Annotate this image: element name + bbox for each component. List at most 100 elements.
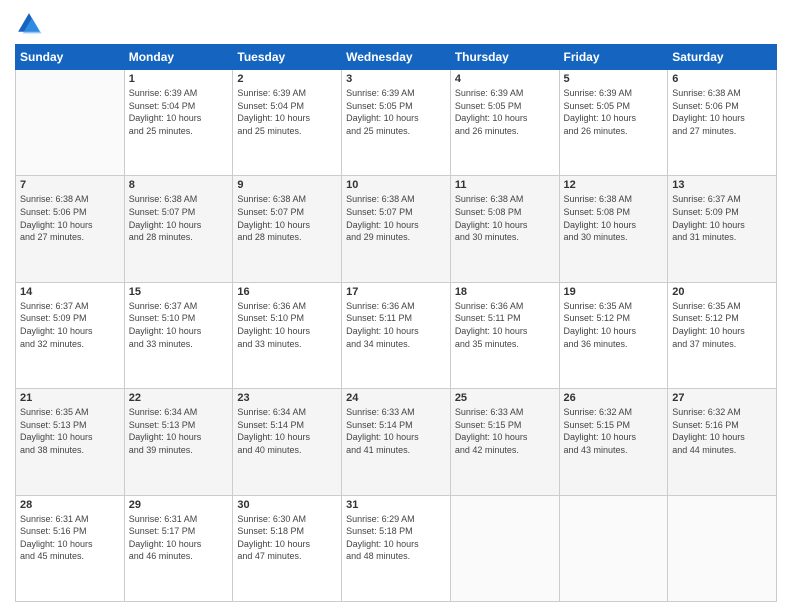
logo xyxy=(15,10,47,38)
calendar-header-monday: Monday xyxy=(124,45,233,70)
calendar-cell: 16 Sunrise: 6:36 AM Sunset: 5:10 PM Dayli… xyxy=(233,282,342,388)
cell-info-text: Sunrise: 6:39 AM Sunset: 5:05 PM Dayligh… xyxy=(346,87,446,137)
cell-info-text: Sunrise: 6:32 AM Sunset: 5:15 PM Dayligh… xyxy=(564,406,664,456)
calendar-cell: 10Sunrise: 6:38 AM Sunset: 5:07 PM Dayli… xyxy=(342,176,451,282)
calendar-cell xyxy=(668,495,777,601)
calendar-cell: 5 Sunrise: 6:39 AM Sunset: 5:05 PM Daylig… xyxy=(559,70,668,176)
cell-day-number: 15 xyxy=(129,286,229,298)
cell-day-number: 25 xyxy=(455,392,555,404)
cell-info-text: Sunrise: 6:35 AM Sunset: 5:12 PM Dayligh… xyxy=(564,300,664,350)
calendar-cell: 4 Sunrise: 6:39 AM Sunset: 5:05 PM Daylig… xyxy=(450,70,559,176)
cell-day-number: 28 xyxy=(20,499,120,511)
cell-info-text: Sunrise: 6:39 AM Sunset: 5:05 PM Dayligh… xyxy=(564,87,664,137)
cell-info-text: Sunrise: 6:33 AM Sunset: 5:15 PM Dayligh… xyxy=(455,406,555,456)
cell-day-number: 23 xyxy=(237,392,337,404)
cell-info-text: Sunrise: 6:39 AM Sunset: 5:05 PM Dayligh… xyxy=(455,87,555,137)
cell-day-number: 19 xyxy=(564,286,664,298)
page: SundayMondayTuesdayWednesdayThursdayFrid… xyxy=(0,0,792,612)
cell-info-text: Sunrise: 6:38 AM Sunset: 5:08 PM Dayligh… xyxy=(564,193,664,243)
calendar-header-thursday: Thursday xyxy=(450,45,559,70)
calendar-cell: 13 Sunrise: 6:37 AM Sunset: 5:09 PM Dayli… xyxy=(668,176,777,282)
cell-day-number: 1 xyxy=(129,73,229,85)
calendar-cell: 19 Sunrise: 6:35 AM Sunset: 5:12 PM Dayli… xyxy=(559,282,668,388)
cell-info-text: Sunrise: 6:32 AM Sunset: 5:16 PM Dayligh… xyxy=(672,406,772,456)
calendar-cell xyxy=(450,495,559,601)
calendar-cell: 15 Sunrise: 6:37 AM Sunset: 5:10 PM Dayli… xyxy=(124,282,233,388)
cell-info-text: Sunrise: 6:35 AM Sunset: 5:13 PM Dayligh… xyxy=(20,406,120,456)
calendar-cell: 8Sunrise: 6:38 AM Sunset: 5:07 PM Daylig… xyxy=(124,176,233,282)
calendar-cell: 20Sunrise: 6:35 AM Sunset: 5:12 PM Dayli… xyxy=(668,282,777,388)
calendar-header-row: SundayMondayTuesdayWednesdayThursdayFrid… xyxy=(16,45,777,70)
cell-info-text: Sunrise: 6:38 AM Sunset: 5:07 PM Dayligh… xyxy=(129,193,229,243)
calendar-week-4: 21 Sunrise: 6:35 AM Sunset: 5:13 PM Dayli… xyxy=(16,389,777,495)
cell-day-number: 5 xyxy=(564,73,664,85)
cell-day-number: 29 xyxy=(129,499,229,511)
cell-day-number: 3 xyxy=(346,73,446,85)
calendar-cell: 29 Sunrise: 6:31 AM Sunset: 5:17 PM Dayli… xyxy=(124,495,233,601)
calendar-cell: 31 Sunrise: 6:29 AM Sunset: 5:18 PM Dayli… xyxy=(342,495,451,601)
cell-info-text: Sunrise: 6:36 AM Sunset: 5:10 PM Dayligh… xyxy=(237,300,337,350)
cell-info-text: Sunrise: 6:38 AM Sunset: 5:06 PM Dayligh… xyxy=(672,87,772,137)
cell-day-number: 4 xyxy=(455,73,555,85)
calendar-cell: 17 Sunrise: 6:36 AM Sunset: 5:11 PM Dayli… xyxy=(342,282,451,388)
cell-info-text: Sunrise: 6:35 AM Sunset: 5:12 PM Dayligh… xyxy=(672,300,772,350)
cell-day-number: 22 xyxy=(129,392,229,404)
calendar-cell: 25 Sunrise: 6:33 AM Sunset: 5:15 PM Dayli… xyxy=(450,389,559,495)
calendar-cell: 28 Sunrise: 6:31 AM Sunset: 5:16 PM Dayli… xyxy=(16,495,125,601)
cell-info-text: Sunrise: 6:38 AM Sunset: 5:06 PM Dayligh… xyxy=(20,193,120,243)
calendar-cell: 18 Sunrise: 6:36 AM Sunset: 5:11 PM Dayli… xyxy=(450,282,559,388)
cell-info-text: Sunrise: 6:33 AM Sunset: 5:14 PM Dayligh… xyxy=(346,406,446,456)
header xyxy=(15,10,777,38)
calendar-header-sunday: Sunday xyxy=(16,45,125,70)
calendar-cell: 6 Sunrise: 6:38 AM Sunset: 5:06 PM Daylig… xyxy=(668,70,777,176)
cell-day-number: 24 xyxy=(346,392,446,404)
calendar-cell xyxy=(16,70,125,176)
cell-day-number: 12 xyxy=(564,179,664,191)
calendar-cell: 1 Sunrise: 6:39 AM Sunset: 5:04 PM Daylig… xyxy=(124,70,233,176)
cell-info-text: Sunrise: 6:38 AM Sunset: 5:07 PM Dayligh… xyxy=(237,193,337,243)
cell-day-number: 21 xyxy=(20,392,120,404)
calendar-cell: 9 Sunrise: 6:38 AM Sunset: 5:07 PM Daylig… xyxy=(233,176,342,282)
calendar-cell: 24 Sunrise: 6:33 AM Sunset: 5:14 PM Dayli… xyxy=(342,389,451,495)
cell-info-text: Sunrise: 6:37 AM Sunset: 5:09 PM Dayligh… xyxy=(672,193,772,243)
cell-day-number: 2 xyxy=(237,73,337,85)
calendar-cell: 7 Sunrise: 6:38 AM Sunset: 5:06 PM Daylig… xyxy=(16,176,125,282)
cell-day-number: 18 xyxy=(455,286,555,298)
calendar-cell: 11Sunrise: 6:38 AM Sunset: 5:08 PM Dayli… xyxy=(450,176,559,282)
calendar-cell: 12 Sunrise: 6:38 AM Sunset: 5:08 PM Dayli… xyxy=(559,176,668,282)
calendar-cell: 14Sunrise: 6:37 AM Sunset: 5:09 PM Dayli… xyxy=(16,282,125,388)
cell-day-number: 9 xyxy=(237,179,337,191)
cell-info-text: Sunrise: 6:36 AM Sunset: 5:11 PM Dayligh… xyxy=(346,300,446,350)
cell-info-text: Sunrise: 6:39 AM Sunset: 5:04 PM Dayligh… xyxy=(237,87,337,137)
cell-day-number: 16 xyxy=(237,286,337,298)
calendar-cell: 27 Sunrise: 6:32 AM Sunset: 5:16 PM Dayli… xyxy=(668,389,777,495)
cell-day-number: 31 xyxy=(346,499,446,511)
cell-info-text: Sunrise: 6:34 AM Sunset: 5:13 PM Dayligh… xyxy=(129,406,229,456)
cell-day-number: 13 xyxy=(672,179,772,191)
cell-info-text: Sunrise: 6:29 AM Sunset: 5:18 PM Dayligh… xyxy=(346,513,446,563)
calendar-cell: 3 Sunrise: 6:39 AM Sunset: 5:05 PM Daylig… xyxy=(342,70,451,176)
cell-info-text: Sunrise: 6:31 AM Sunset: 5:16 PM Dayligh… xyxy=(20,513,120,563)
cell-day-number: 6 xyxy=(672,73,772,85)
calendar-cell: 26 Sunrise: 6:32 AM Sunset: 5:15 PM Dayli… xyxy=(559,389,668,495)
cell-day-number: 7 xyxy=(20,179,120,191)
cell-info-text: Sunrise: 6:37 AM Sunset: 5:10 PM Dayligh… xyxy=(129,300,229,350)
cell-day-number: 26 xyxy=(564,392,664,404)
cell-info-text: Sunrise: 6:34 AM Sunset: 5:14 PM Dayligh… xyxy=(237,406,337,456)
cell-day-number: 27 xyxy=(672,392,772,404)
cell-info-text: Sunrise: 6:38 AM Sunset: 5:08 PM Dayligh… xyxy=(455,193,555,243)
calendar-header-wednesday: Wednesday xyxy=(342,45,451,70)
logo-icon xyxy=(15,10,43,38)
cell-info-text: Sunrise: 6:36 AM Sunset: 5:11 PM Dayligh… xyxy=(455,300,555,350)
calendar-cell: 30 Sunrise: 6:30 AM Sunset: 5:18 PM Dayli… xyxy=(233,495,342,601)
cell-info-text: Sunrise: 6:39 AM Sunset: 5:04 PM Dayligh… xyxy=(129,87,229,137)
cell-day-number: 30 xyxy=(237,499,337,511)
calendar-cell: 2 Sunrise: 6:39 AM Sunset: 5:04 PM Daylig… xyxy=(233,70,342,176)
calendar-header-saturday: Saturday xyxy=(668,45,777,70)
calendar-cell: 21 Sunrise: 6:35 AM Sunset: 5:13 PM Dayli… xyxy=(16,389,125,495)
calendar-week-1: 1 Sunrise: 6:39 AM Sunset: 5:04 PM Daylig… xyxy=(16,70,777,176)
calendar-cell: 22 Sunrise: 6:34 AM Sunset: 5:13 PM Dayli… xyxy=(124,389,233,495)
cell-info-text: Sunrise: 6:31 AM Sunset: 5:17 PM Dayligh… xyxy=(129,513,229,563)
cell-info-text: Sunrise: 6:30 AM Sunset: 5:18 PM Dayligh… xyxy=(237,513,337,563)
cell-day-number: 17 xyxy=(346,286,446,298)
